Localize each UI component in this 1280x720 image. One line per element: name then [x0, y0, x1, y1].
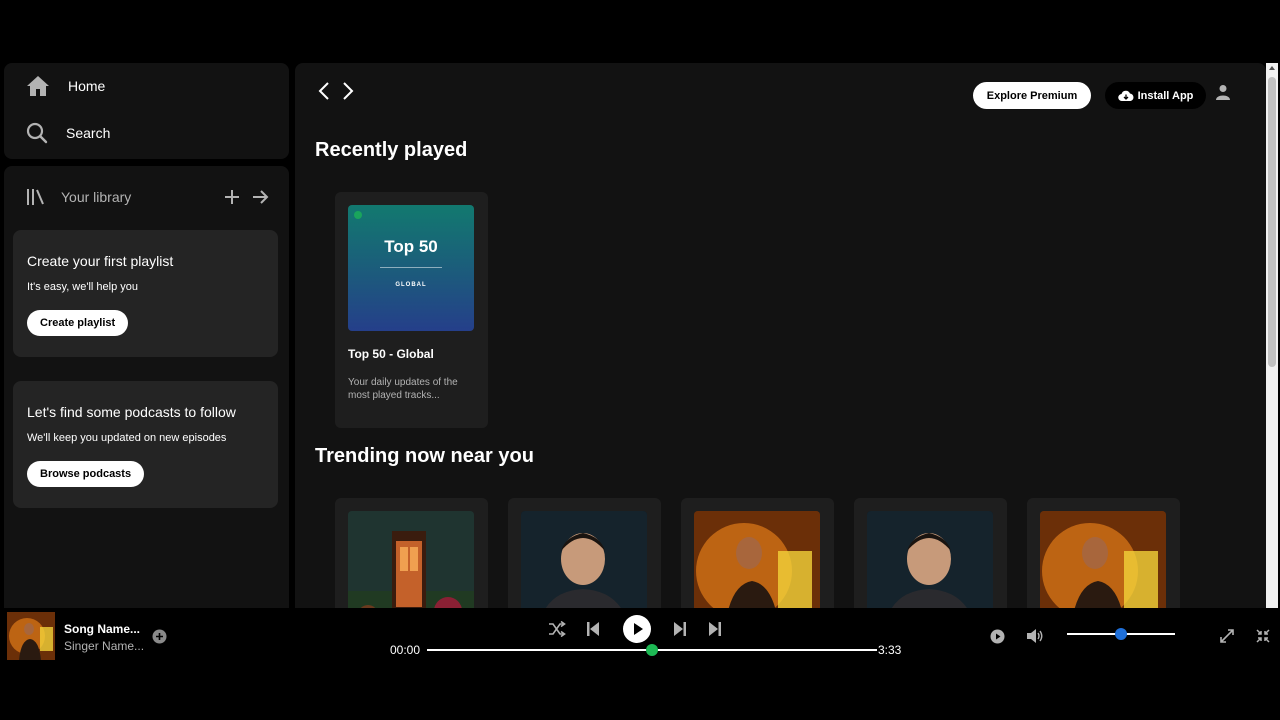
- main-scrollbar[interactable]: [1266, 63, 1278, 608]
- podcasts-title: Let's find some podcasts to follow: [27, 404, 236, 420]
- library-header: Your library: [26, 184, 269, 210]
- nav-home[interactable]: Home: [26, 75, 105, 97]
- nav-home-label: Home: [68, 78, 106, 94]
- install-app-button[interactable]: Install App: [1105, 82, 1206, 109]
- trending-card[interactable]: [854, 498, 1007, 608]
- trending-cover: [1040, 511, 1166, 608]
- trending-cover: [521, 511, 647, 608]
- create-playlist-title: Create your first playlist: [27, 253, 174, 269]
- volume-icon[interactable]: [1026, 628, 1044, 644]
- trending-card[interactable]: [335, 498, 488, 608]
- album-cover: Top 50 GLOBAL: [348, 205, 474, 331]
- create-playlist-text: It's easy, we'll help you: [27, 281, 138, 293]
- album-card[interactable]: Top 50 GLOBAL Top 50 - Global Your daily…: [335, 192, 488, 428]
- fullscreen-icon[interactable]: [1256, 629, 1270, 643]
- current-time: 00:00: [390, 643, 421, 657]
- cloud-download-icon: [1117, 90, 1134, 102]
- trending-cover: [694, 511, 820, 608]
- library-panel: Your library Create your first playlist …: [4, 166, 289, 608]
- singer-name: Singer Name...: [64, 639, 145, 653]
- next-icon[interactable]: [673, 621, 687, 637]
- cover-title: Top 50: [384, 237, 438, 256]
- back-arrow-icon[interactable]: [317, 81, 331, 101]
- search-icon: [26, 122, 48, 144]
- sidebar-nav: Home Search: [4, 63, 289, 159]
- trending-card[interactable]: [508, 498, 661, 608]
- explore-premium-button[interactable]: Explore Premium: [973, 82, 1091, 109]
- trending-card[interactable]: [681, 498, 834, 608]
- trending-cover: [348, 511, 474, 608]
- create-playlist-card: Create your first playlist It's easy, we…: [13, 230, 278, 357]
- install-app-label: Install App: [1137, 89, 1194, 102]
- play-button[interactable]: [623, 615, 651, 643]
- plus-icon[interactable]: [224, 189, 240, 205]
- user-icon[interactable]: [1216, 84, 1230, 100]
- podcasts-card: Let's find some podcasts to follow We'll…: [13, 381, 278, 508]
- nav-search[interactable]: Search: [26, 122, 110, 144]
- create-playlist-button[interactable]: Create playlist: [27, 310, 129, 336]
- expand-icon[interactable]: [1220, 629, 1234, 643]
- now-playing-view-icon[interactable]: [990, 629, 1005, 644]
- scrollbar-thumb[interactable]: [1268, 77, 1276, 367]
- skip-end-icon[interactable]: [708, 621, 722, 637]
- arrow-right-icon[interactable]: [252, 189, 269, 205]
- forward-arrow-icon[interactable]: [341, 81, 355, 101]
- podcasts-text: We'll keep you updated on new episodes: [27, 432, 227, 444]
- player-bar: Song Name... Singer Name... 00:00 3:33: [0, 608, 1280, 668]
- nav-search-label: Search: [66, 125, 111, 141]
- previous-icon[interactable]: [586, 621, 600, 637]
- trending-card[interactable]: [1027, 498, 1180, 608]
- total-time: 3:33: [878, 643, 902, 657]
- home-icon: [26, 75, 50, 97]
- album-description: Your daily updates of the most played tr…: [348, 377, 458, 401]
- cover-subtitle: GLOBAL: [395, 282, 427, 288]
- trending-cover: [867, 511, 993, 608]
- library-icon[interactable]: [26, 188, 45, 206]
- trending-title: Trending now near you: [315, 445, 534, 467]
- shuffle-icon[interactable]: [548, 621, 566, 637]
- now-playing-art: [7, 612, 55, 660]
- recently-played-title: Recently played: [315, 139, 468, 161]
- album-title: Top 50 - Global: [348, 347, 434, 361]
- library-title: Your library: [61, 189, 132, 205]
- add-circle-icon[interactable]: [152, 629, 167, 644]
- volume-knob[interactable]: [1115, 628, 1127, 640]
- scroll-up-icon[interactable]: [1269, 66, 1275, 70]
- progress-knob[interactable]: [646, 644, 658, 656]
- spotify-logo-icon: [354, 211, 362, 219]
- song-name: Song Name...: [64, 622, 141, 636]
- cover-divider: [380, 267, 442, 268]
- main-content: Explore Premium Install App Recently pla…: [295, 63, 1266, 608]
- browse-podcasts-button[interactable]: Browse podcasts: [27, 461, 145, 487]
